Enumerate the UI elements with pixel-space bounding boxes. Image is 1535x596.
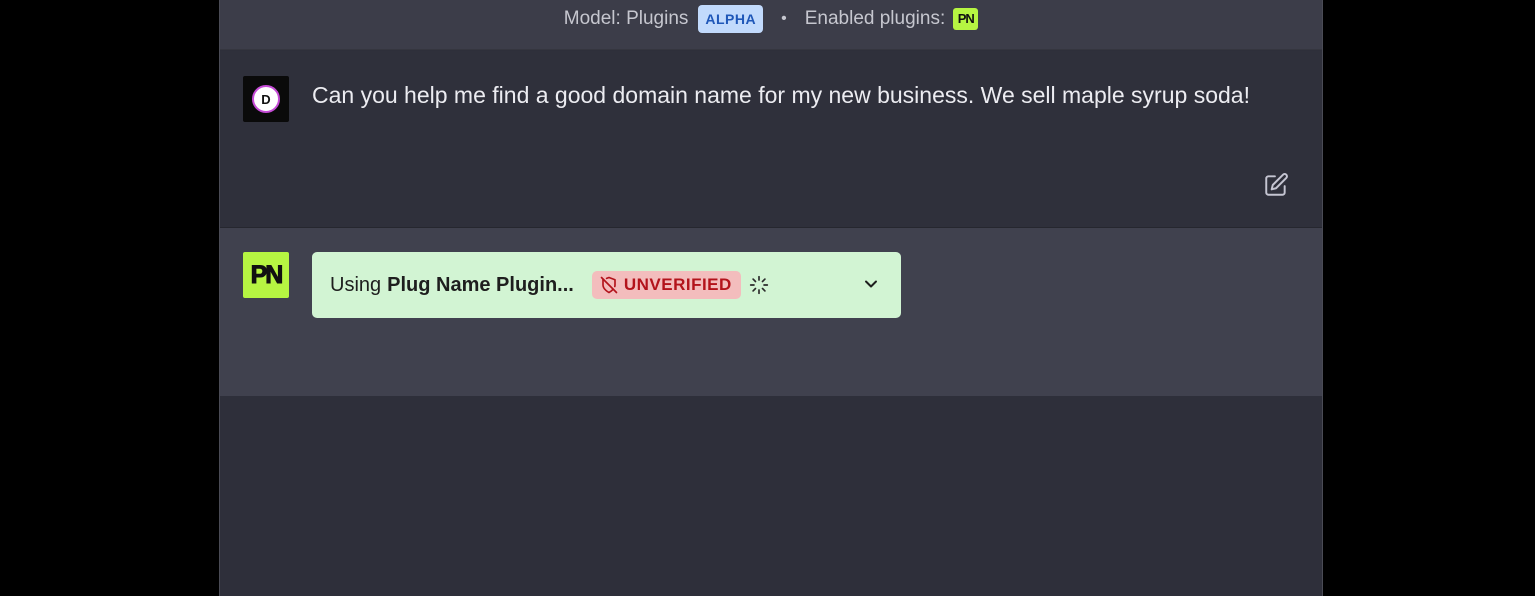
model-header: Model: Plugins ALPHA • Enabled plugins: … [220,0,1322,50]
user-avatar-letter: D [252,85,280,113]
plugin-logo-icon[interactable]: PN [953,7,979,30]
plugin-name: Plug Name Plugin... [387,273,574,296]
model-label: Model: Plugins [563,7,689,29]
plugin-status-prefix: Using [330,273,382,296]
shield-off-icon [600,276,618,294]
user-message-row: D Can you help me find a good domain nam… [220,51,1322,228]
plugin-status-toggle[interactable]: Using Plug Name Plugin... UNVERIFIED [312,252,901,318]
spinner-icon [749,275,768,295]
chat-window: Model: Plugins ALPHA • Enabled plugins: … [219,0,1323,596]
enabled-plugins-label: Enabled plugins: [804,7,946,29]
empty-chat-area [220,396,1322,596]
plugin-avatar: PN [243,252,289,298]
user-avatar: D [243,76,289,122]
separator-dot: • [781,9,787,27]
user-message-text: Can you help me find a good domain name … [312,82,1250,108]
chevron-down-icon[interactable] [861,274,881,294]
unverified-label: UNVERIFIED [623,275,732,294]
unverified-badge: UNVERIFIED [591,271,741,299]
assistant-message-row: PN Using Plug Name Plugin... UNVERIFIED [220,228,1322,396]
edit-icon[interactable] [1263,172,1289,198]
alpha-badge: ALPHA [698,4,764,33]
